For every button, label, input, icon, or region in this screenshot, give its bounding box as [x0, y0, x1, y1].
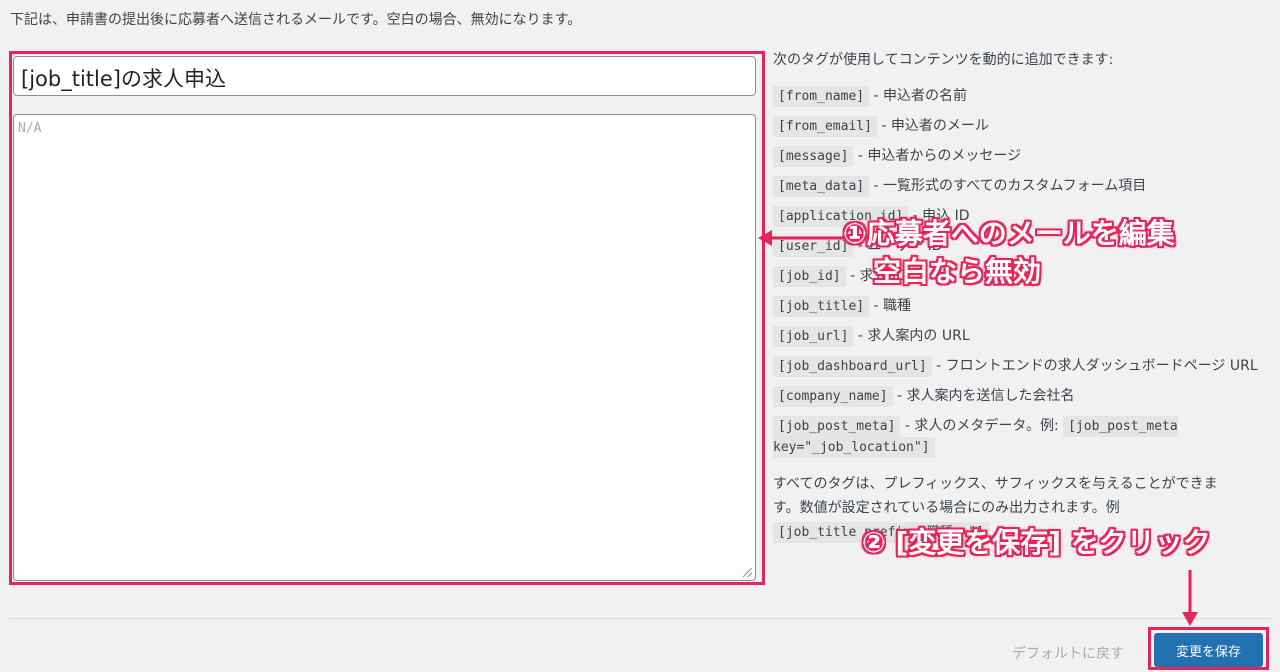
- intro-text: 下記は、申請書の提出後に応募者へ送信されるメールです。空白の場合、無効になります…: [10, 12, 582, 28]
- tag-description: - 求人のメタデータ。例:: [900, 418, 1064, 434]
- tags-help-panel: 次のタグが使用してコンテンツを動的に追加できます: [from_name] - …: [773, 50, 1273, 545]
- tag-code: [job_url]: [773, 326, 854, 347]
- tag-description: - 申込者からのメッセージ: [853, 148, 1022, 164]
- email-subject-input[interactable]: [job_title]の求人申込: [13, 56, 756, 96]
- tag-code: [message]: [773, 146, 854, 167]
- tag-code: [job_post_meta]: [773, 416, 901, 437]
- callout-edit-email: ①応募者へのメールを編集: [843, 217, 1175, 250]
- tag-code: [job_title]: [773, 296, 870, 317]
- tag-row: [job_url] - 求人案内の URL: [773, 326, 1273, 347]
- tag-description: - 職種: [869, 298, 912, 314]
- tag-code: [from_name]: [773, 86, 870, 107]
- tag-row: [company_name] - 求人案内を送信した会社名: [773, 386, 1273, 407]
- note-text: すべてのタグは、プレフィックス、サフィックスを与えることができます。数値が設定さ…: [773, 476, 1218, 516]
- tag-row: [meta_data] - 一覧形式のすべてのカスタムフォーム項目: [773, 176, 1273, 197]
- tag-description: - 申込者のメール: [876, 118, 989, 134]
- tag-code: [job_id]: [773, 266, 846, 287]
- body-placeholder: N/A: [18, 121, 42, 136]
- tag-code: [from_email]: [773, 116, 877, 137]
- tag-row: [job_dashboard_url] - フロントエンドの求人ダッシュボードペ…: [773, 356, 1273, 377]
- tag-row: [from_name] - 申込者の名前: [773, 86, 1273, 107]
- tag-code: [company_name]: [773, 386, 893, 407]
- tag-description: - 一覧形式のすべてのカスタムフォーム項目: [869, 178, 1147, 194]
- callout1-arrow-icon: [758, 230, 846, 246]
- footer-divider: [9, 618, 1271, 619]
- tags-intro: 次のタグが使用してコンテンツを動的に追加できます:: [773, 52, 1114, 68]
- email-body-textarea[interactable]: N/A: [13, 114, 756, 581]
- tag-code: [meta_data]: [773, 176, 870, 197]
- resize-handle-icon[interactable]: [743, 568, 752, 577]
- tag-row: [from_email] - 申込者のメール: [773, 116, 1273, 137]
- tag-description: - 申込者の名前: [869, 88, 968, 104]
- tag-code: [job_dashboard_url]: [773, 356, 932, 377]
- reset-default-button[interactable]: デフォルトに戻す: [1012, 643, 1124, 663]
- tag-row: [message] - 申込者からのメッセージ: [773, 146, 1273, 167]
- callout-empty-disables: 空白なら無効: [873, 255, 1042, 288]
- tag-description: - 求人案内の URL: [853, 328, 970, 344]
- save-changes-button[interactable]: 変更を保存: [1154, 633, 1263, 667]
- tag-row: [job_title] - 職種: [773, 296, 1273, 317]
- tag-description: - フロントエンドの求人ダッシュボードページ URL: [931, 358, 1258, 374]
- callout2-arrow-icon: [1182, 570, 1198, 626]
- callout-click-save: ② [変更を保存] をクリック: [862, 526, 1211, 559]
- tag-description: - 求人案内を送信した会社名: [892, 388, 1075, 404]
- tag-row: [job_post_meta] - 求人のメタデータ。例: [job_post_…: [773, 416, 1273, 458]
